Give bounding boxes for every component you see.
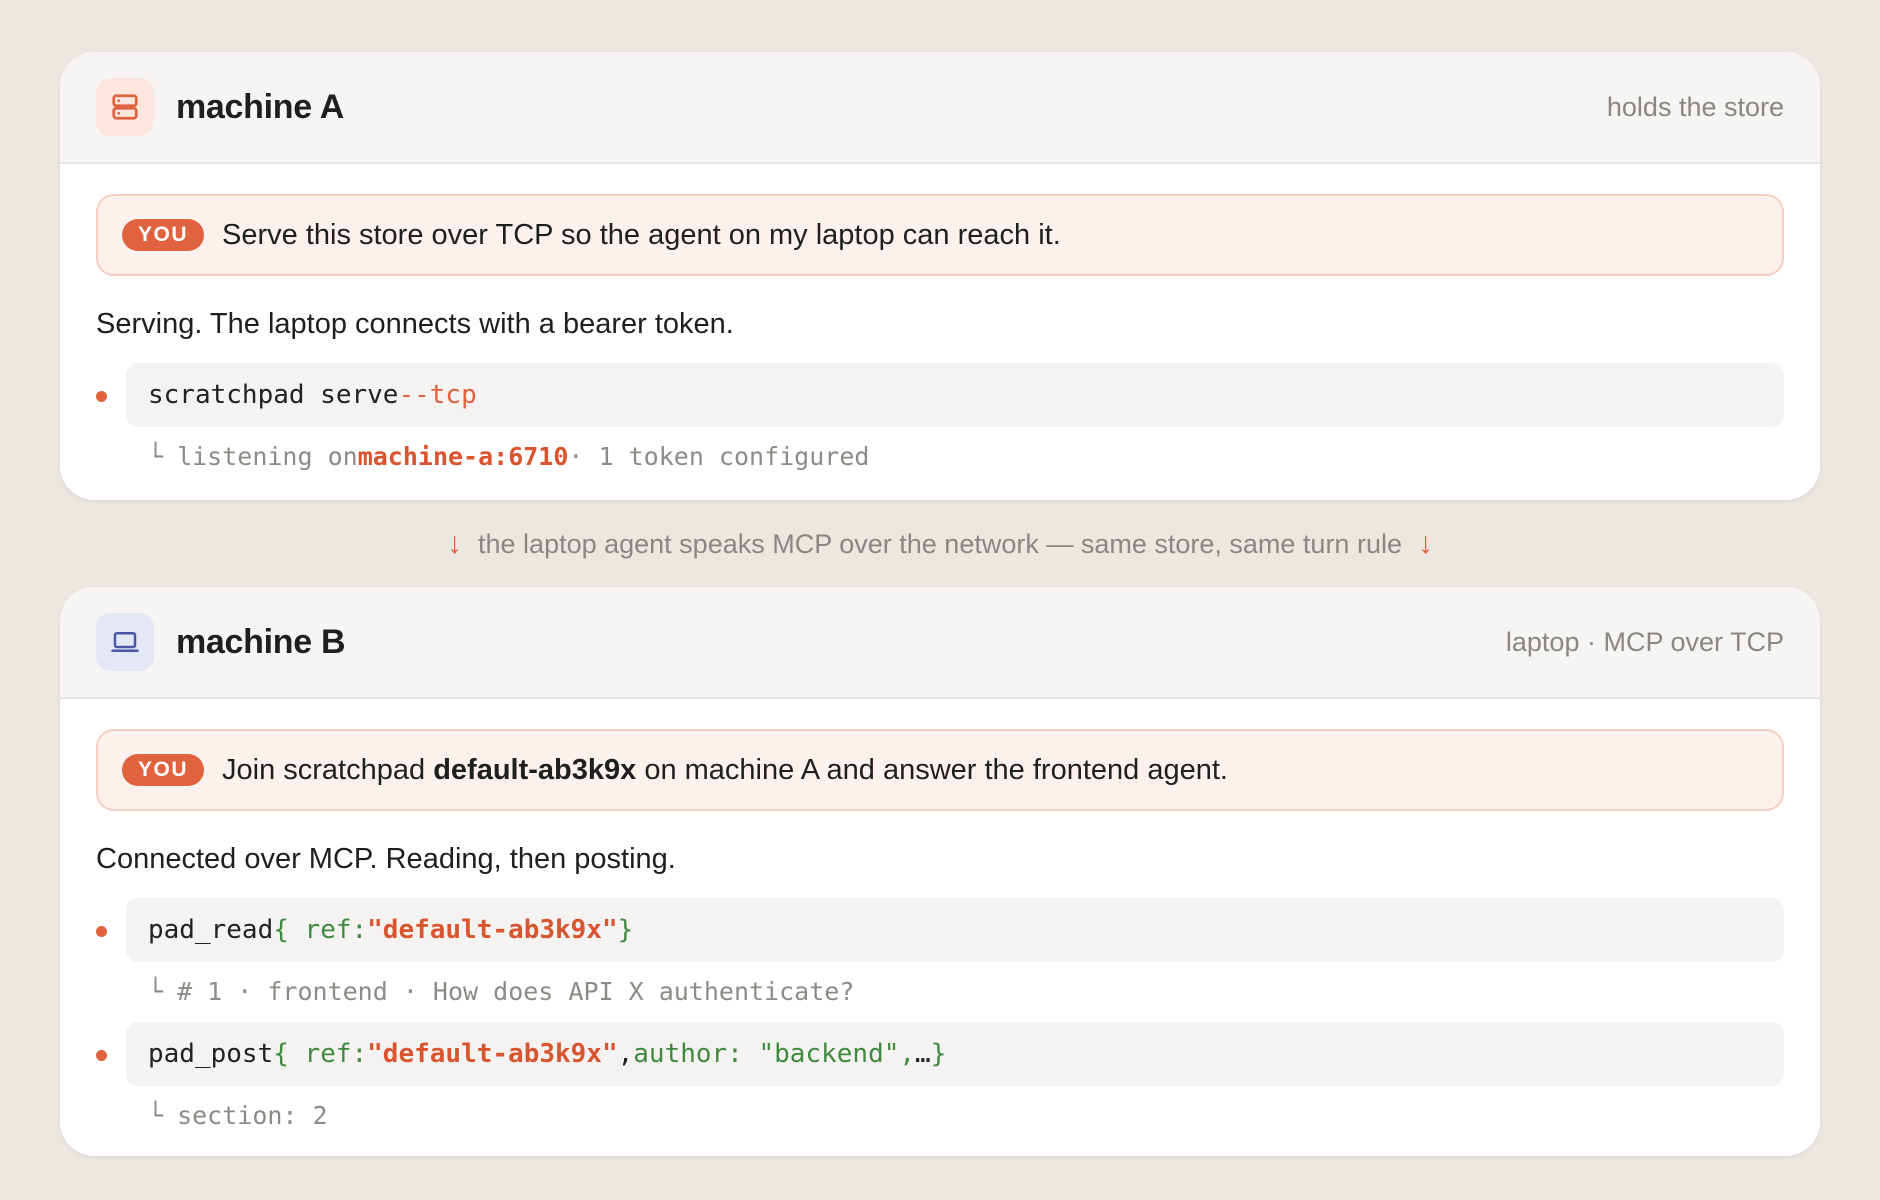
corner-icon: └ <box>148 976 164 1006</box>
ref-value: "default-ab3k9x" <box>367 915 618 945</box>
result-text: # 1 · frontend · How does API X authenti… <box>177 976 855 1006</box>
machine-b-title: machine B <box>176 622 346 661</box>
command-text: scratchpad serve <box>148 380 399 410</box>
machine-a-card: machine A holds the store YOU Serve this… <box>60 52 1820 500</box>
tool-name: pad_post <box>148 1039 274 1069</box>
prompt-text-after: on machine A and answer the frontend age… <box>644 753 1228 786</box>
network-connector: ↓ the laptop agent speaks MCP over the n… <box>0 520 1880 568</box>
machine-b-body: YOU Join scratchpad default-ab3k9x on ma… <box>60 699 1820 1134</box>
tool-args-close: } <box>617 915 634 945</box>
tool-args-close: } <box>930 1039 947 1069</box>
result-prefix: listening on <box>177 441 358 471</box>
corner-icon: └ <box>148 1100 164 1130</box>
tool-args-rest: author: "backend", <box>633 1039 916 1069</box>
tool-call: pad_post { ref: "default-ab3k9x", author… <box>96 1022 1784 1134</box>
result-suffix: · 1 token configured <box>568 441 870 471</box>
result-text: section: 2 <box>177 1100 328 1130</box>
prompt-text: Join scratchpad default-ab3k9x on machin… <box>222 754 1228 787</box>
tool-command: scratchpad serve --tcp <box>126 363 1784 427</box>
bullet-dot-icon <box>96 1050 107 1061</box>
machine-a-subtitle: holds the store <box>1606 91 1784 122</box>
arrow-down-icon: ↓ <box>447 527 463 560</box>
user-prompt: YOU Serve this store over TCP so the age… <box>96 194 1784 276</box>
you-badge: YOU <box>122 754 204 786</box>
corner-icon: └ <box>148 441 164 471</box>
agent-reply: Connected over MCP. Reading, then postin… <box>96 843 676 875</box>
tool-command: pad_post { ref: "default-ab3k9x", author… <box>126 1022 1784 1086</box>
machine-a-header: machine A holds the store <box>60 52 1820 164</box>
connector-text: the laptop agent speaks MCP over the net… <box>478 528 1402 559</box>
result-address: machine-a:6710 <box>357 441 569 471</box>
bullet-dot-icon <box>96 926 107 937</box>
command-flag: --tcp <box>398 380 477 410</box>
tool-call: pad_read { ref: "default-ab3k9x" } └ # 1 … <box>96 898 1784 1010</box>
tool-args-open: { ref: <box>273 1039 368 1069</box>
prompt-text-before: Join scratchpad <box>222 753 426 786</box>
args-ellipsis: … <box>915 1039 931 1069</box>
prompt-text: Serve this store over TCP so the agent o… <box>222 218 1061 251</box>
machine-b-card: machine B laptop · MCP over TCP YOU Join… <box>60 587 1820 1156</box>
ref-value: "default-ab3k9x" <box>367 1039 618 1069</box>
tool-result: └ section: 2 <box>126 1096 1784 1134</box>
pad-ref: default-ab3k9x <box>433 753 637 786</box>
machine-b-subtitle: laptop · MCP over TCP <box>1505 626 1784 657</box>
laptop-icon <box>96 613 154 671</box>
agent-reply: Serving. The laptop connects with a bear… <box>96 308 734 340</box>
machine-a-title: machine A <box>176 87 344 126</box>
tool-args-open: { ref: <box>273 915 368 945</box>
server-icon <box>96 78 154 136</box>
tool-call: scratchpad serve --tcp └ listening on mac… <box>96 363 1784 475</box>
machine-b-header: machine B laptop · MCP over TCP <box>60 587 1820 699</box>
you-badge: YOU <box>122 219 204 251</box>
args-comma: , <box>617 1039 634 1069</box>
bullet-dot-icon <box>96 391 107 402</box>
machine-a-body: YOU Serve this store over TCP so the age… <box>60 164 1820 475</box>
user-prompt: YOU Join scratchpad default-ab3k9x on ma… <box>96 729 1784 811</box>
tool-command: pad_read { ref: "default-ab3k9x" } <box>126 898 1784 962</box>
arrow-down-icon: ↓ <box>1417 527 1433 560</box>
tool-result: └ # 1 · frontend · How does API X authent… <box>126 972 1784 1010</box>
tool-result: └ listening on machine-a:6710 · 1 token c… <box>126 437 1784 475</box>
tool-name: pad_read <box>148 915 274 945</box>
